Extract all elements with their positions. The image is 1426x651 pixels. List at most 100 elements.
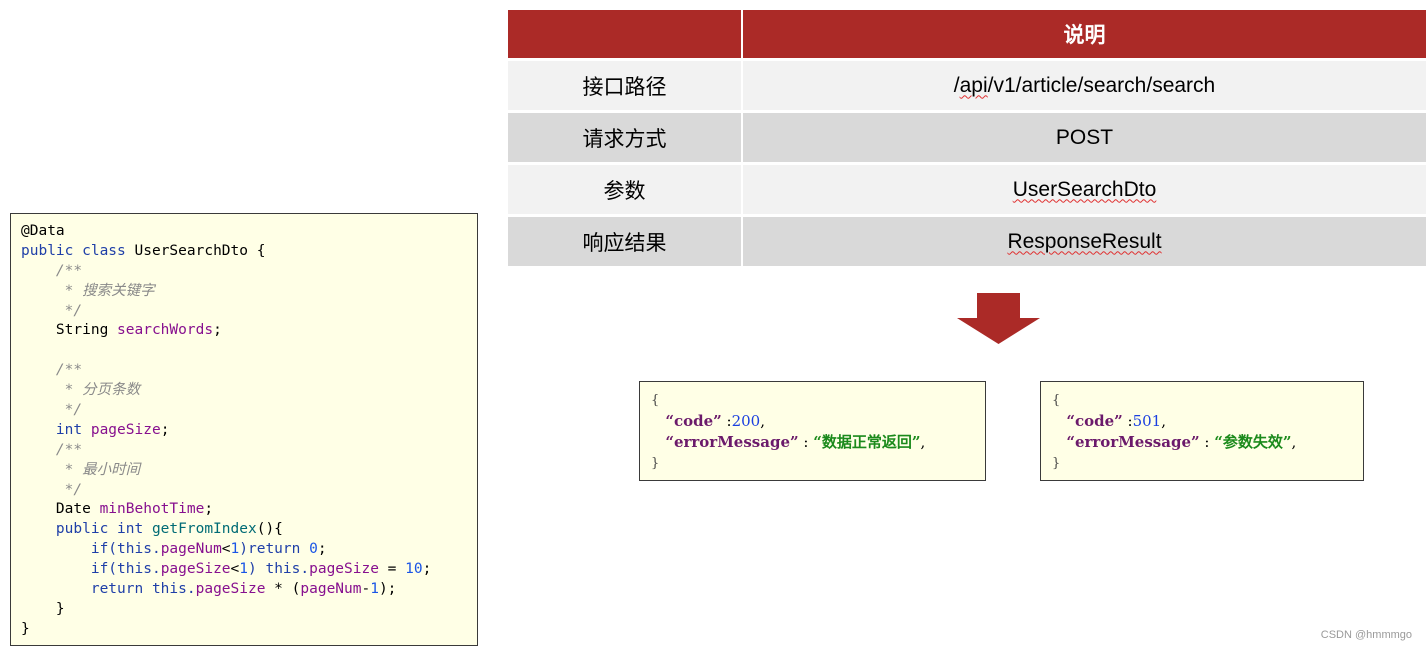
json-code-line: “code” :200,	[665, 412, 765, 430]
code-token: public class	[21, 242, 135, 259]
code-line: String searchWords;	[21, 321, 477, 341]
header-cell-description: 说明	[743, 10, 1426, 61]
code-line: */	[21, 401, 477, 421]
code-token: /**	[21, 362, 83, 379]
row-label: 接口路径	[508, 61, 743, 113]
code-line: */	[21, 481, 477, 501]
code-token: * 最小时间	[21, 461, 141, 478]
json-value-error-message: “数据正常返回”	[813, 433, 921, 451]
code-token: (){	[256, 521, 283, 538]
code-token: ;	[317, 541, 327, 558]
json-close-brace: }	[1052, 456, 1061, 471]
code-line: /**	[21, 262, 477, 282]
code-line: public class UserSearchDto {	[21, 242, 477, 262]
code-token: 10	[405, 561, 423, 578]
code-token: if(this.	[21, 541, 161, 558]
code-token: <	[221, 541, 231, 558]
response-value: ResponseResult	[1007, 229, 1162, 253]
row-label: 请求方式	[508, 113, 743, 165]
table-header-row: 说明	[508, 10, 1426, 61]
code-token: * (	[265, 581, 301, 598]
response-example-success: { “code” :200, “errorMessage” : “数据正常返回”…	[639, 381, 986, 481]
code-token: return this.	[21, 581, 196, 598]
code-token: 0	[309, 541, 318, 558]
code-line: /**	[21, 441, 477, 461]
code-token: minBehotTime	[99, 501, 205, 518]
code-line: if(this.pageNum<1)return 0;	[21, 540, 477, 560]
json-value-error-message: “参数失效”	[1214, 433, 1292, 451]
table-row-response: 响应结果 ResponseResult	[508, 217, 1426, 269]
table-row-api-path: 接口路径 /api/v1/article/search/search	[508, 61, 1426, 113]
code-token: */	[21, 402, 83, 419]
code-line: */	[21, 302, 477, 322]
row-value: ResponseResult	[743, 217, 1426, 269]
json-code-line: “code” :501,	[1066, 412, 1166, 430]
json-key-code: “code”	[1066, 412, 1123, 430]
header-cell-label	[508, 10, 743, 61]
json-close-brace: }	[651, 456, 660, 471]
code-token: );	[378, 581, 397, 598]
code-line: }	[21, 620, 477, 640]
code-line: /**	[21, 361, 477, 381]
json-value-code: 200	[731, 412, 761, 430]
code-token: @Data	[21, 223, 65, 239]
json-key-code: “code”	[665, 412, 722, 430]
code-token: pageSize	[309, 561, 379, 578]
code-snippet-box: @Data public class UserSearchDto { /** * …	[10, 213, 478, 646]
params-value: UserSearchDto	[1012, 177, 1157, 201]
spell-marked-text: api	[959, 73, 988, 97]
code-token: =	[378, 561, 406, 578]
response-example-error: { “code” :501, “errorMessage” : “参数失效”, …	[1040, 381, 1364, 481]
code-line: if(this.pageSize<1) this.pageSize = 10;	[21, 560, 477, 580]
code-token: pageNum	[300, 581, 362, 598]
json-key-error-message: “errorMessage”	[665, 433, 799, 451]
code-token: ;	[160, 421, 170, 438]
code-token: pageSize	[160, 561, 231, 578]
code-token: Date	[21, 501, 100, 518]
code-token: ;	[204, 501, 214, 518]
code-token: 1	[239, 561, 248, 578]
watermark: CSDN @hmmmgo	[1320, 629, 1412, 641]
table-row-method: 请求方式 POST	[508, 113, 1426, 165]
json-open-brace: {	[651, 393, 660, 408]
code-token: pageSize	[195, 581, 266, 598]
code-token: */	[21, 481, 83, 498]
code-line: public int getFromIndex(){	[21, 520, 477, 540]
code-token: * 搜索关键字	[21, 282, 155, 299]
down-arrow-icon	[957, 293, 1040, 344]
code-token: }	[21, 600, 65, 617]
code-token: */	[21, 302, 83, 319]
code-line: * 分页条数	[21, 381, 477, 401]
code-token: <	[230, 561, 240, 578]
code-token: public int	[21, 521, 152, 538]
row-value: /api/v1/article/search/search	[743, 61, 1426, 113]
code-token: pageNum	[160, 541, 222, 558]
code-token: 1	[370, 581, 379, 598]
code-line: * 搜索关键字	[21, 282, 477, 302]
code-line: Date minBehotTime;	[21, 500, 477, 520]
code-token: /**	[21, 262, 83, 279]
code-token: }	[21, 620, 30, 637]
json-message-line: “errorMessage” : “参数失效”,	[1066, 433, 1297, 451]
code-token: searchWords	[117, 322, 214, 339]
code-token: pageSize	[90, 421, 161, 438]
code-token: if(this.	[21, 561, 161, 578]
json-message-line: “errorMessage” : “数据正常返回”,	[665, 433, 926, 451]
code-token: ;	[213, 322, 222, 339]
code-token: String	[21, 322, 118, 339]
code-line: return this.pageSize * (pageNum-1);	[21, 580, 477, 600]
json-key-error-message: “errorMessage”	[1066, 433, 1200, 451]
code-token: )return	[239, 541, 310, 558]
json-open-brace: {	[1052, 393, 1061, 408]
code-line: }	[21, 600, 477, 620]
table-row-params: 参数 UserSearchDto	[508, 165, 1426, 217]
json-value-code: 501	[1132, 412, 1162, 430]
code-token: * 分页条数	[21, 382, 141, 399]
code-token: getFromIndex	[151, 521, 257, 538]
code-token: ) this.	[248, 561, 310, 578]
row-value: POST	[743, 113, 1426, 165]
code-line: int pageSize;	[21, 421, 477, 441]
code-token: int	[21, 421, 91, 438]
row-label: 参数	[508, 165, 743, 217]
